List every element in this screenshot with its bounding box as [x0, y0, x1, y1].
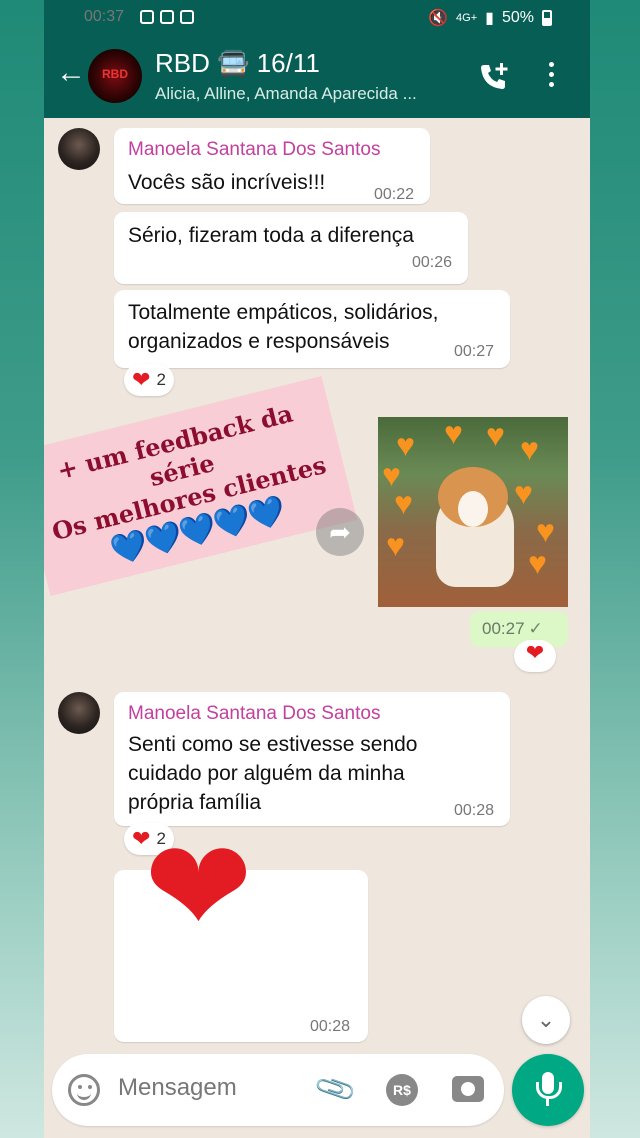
camera-icon[interactable] — [452, 1076, 484, 1102]
battery-icon — [542, 10, 552, 26]
message-time: 00:27 — [454, 343, 495, 360]
image-message[interactable]: ♥ ♥ ♥ ♥ ♥ ♥ ♥ ♥ ♥ ♥ — [378, 417, 568, 607]
orange-heart-icon: ♥ — [514, 475, 533, 511]
group-members[interactable]: Alicia, Alline, Amanda Aparecida ... — [155, 84, 417, 104]
outgoing-time: 00:27 ✓ — [470, 611, 568, 647]
orange-heart-icon: ♥ — [486, 417, 505, 453]
mic-icon — [536, 1072, 562, 1099]
reaction-count: 2 — [156, 370, 166, 389]
sender-avatar[interactable] — [58, 692, 100, 734]
message-bubble[interactable]: Manoela Santana Dos Santos Senti como se… — [114, 692, 510, 826]
message-time: 00:28 — [310, 1018, 351, 1035]
mute-icon: 🔇 — [428, 10, 449, 27]
heart-icon: ❤ — [525, 640, 545, 665]
message-text: Senti como se estivesse sendo cuidado po… — [128, 733, 418, 814]
phone-screen: 00:37 🔇 4G+ ▮ 50% ← RBD 🚍 16/11 Alicia, … — [44, 0, 590, 1138]
message-bubble[interactable]: Totalmente empáticos, solidários, organi… — [114, 290, 510, 368]
check-icon — [160, 10, 174, 24]
message-text: Sério, fizeram toda a diferença — [128, 224, 414, 247]
add-call-icon[interactable] — [476, 60, 510, 94]
payment-icon[interactable]: R$ — [386, 1074, 418, 1106]
status-bar: 00:37 🔇 4G+ ▮ 50% — [44, 0, 590, 36]
message-bubble[interactable]: Sério, fizeram toda a diferença 00:26 — [114, 212, 468, 284]
message-text: Totalmente empáticos, solidários, organi… — [128, 301, 439, 353]
orange-heart-icon: ♥ — [444, 417, 463, 451]
reaction-badge[interactable]: ❤ — [514, 640, 556, 672]
orange-heart-icon: ♥ — [528, 545, 547, 581]
message-time: 00:26 — [412, 254, 453, 271]
reaction-badge[interactable]: ❤ 2 — [124, 364, 174, 396]
chat-header: ← RBD 🚍 16/11 Alicia, Alline, Amanda Apa… — [44, 36, 590, 118]
message-bubble[interactable]: Manoela Santana Dos Santos Vocês são inc… — [114, 128, 430, 204]
signal-icon: ▮ — [485, 10, 494, 27]
check-icon: ✓ — [528, 619, 543, 638]
instagram-icon — [140, 10, 154, 24]
big-heart-emoji: ❤ — [144, 814, 253, 960]
group-title[interactable]: RBD 🚍 16/11 — [155, 48, 320, 79]
status-time: 00:37 — [84, 8, 125, 25]
forward-icon[interactable]: ➦ — [316, 508, 364, 556]
sender-name[interactable]: Manoela Santana Dos Santos — [128, 703, 380, 725]
orange-heart-icon: ♥ — [536, 513, 555, 549]
attach-icon[interactable]: 📎 — [312, 1065, 359, 1111]
message-composer[interactable]: Mensagem 📎 R$ — [52, 1054, 504, 1126]
emoji-icon[interactable] — [68, 1074, 100, 1106]
overflow-menu-icon[interactable] — [549, 62, 555, 92]
mic-button[interactable] — [512, 1054, 584, 1126]
sticker-note: + um feedback da série Os melhores clien… — [44, 375, 358, 597]
orange-heart-icon: ♥ — [520, 431, 539, 467]
orange-heart-icon: ♥ — [386, 527, 405, 563]
network-label: 4G+ — [456, 12, 478, 24]
message-text: Vocês são incríveis!!! — [128, 171, 326, 194]
back-arrow-icon[interactable]: ← — [56, 58, 86, 88]
scroll-down-button[interactable]: ⌄ — [522, 996, 570, 1044]
battery-label: 50% — [501, 9, 534, 26]
dog-face — [458, 491, 488, 527]
heart-icon: ❤ — [132, 367, 151, 392]
group-avatar[interactable] — [88, 49, 142, 103]
orange-heart-icon: ♥ — [394, 485, 413, 521]
sender-avatar[interactable] — [58, 128, 100, 170]
message-input[interactable]: Mensagem — [118, 1074, 237, 1102]
chat-area[interactable]: Manoela Santana Dos Santos Vocês são inc… — [44, 118, 590, 1048]
message-time: 00:28 — [454, 802, 495, 819]
voicemail-icon — [180, 10, 194, 24]
sender-name[interactable]: Manoela Santana Dos Santos — [128, 139, 380, 161]
message-time: 00:22 — [374, 186, 415, 203]
